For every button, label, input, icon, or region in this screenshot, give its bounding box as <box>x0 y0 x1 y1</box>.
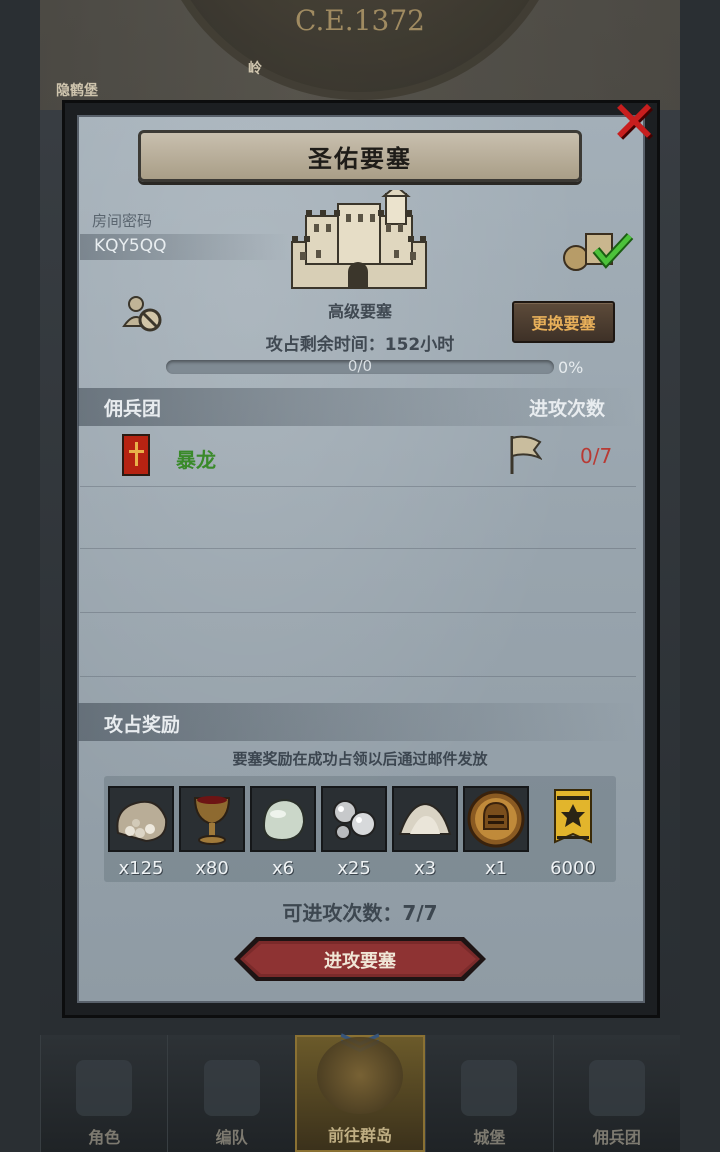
attacks-left-value: 7/7 <box>402 901 438 925</box>
nav-islands-label: 前往群岛 <box>328 1126 393 1145</box>
goblet-icon <box>193 796 231 845</box>
attacks-left: 可进攻次数：7/7 <box>0 897 720 926</box>
nav-castle[interactable]: 城堡 <box>425 1035 552 1152</box>
reward-qty: x25 <box>337 858 371 879</box>
fortress-title: 圣佑要塞 <box>308 144 412 173</box>
compass-icon <box>317 1037 404 1114</box>
bottom-nav: 角色 编队 ︾ 前往群岛 城堡 佣兵团 <box>40 1035 680 1152</box>
nav-character[interactable]: 角色 <box>40 1035 167 1152</box>
row-divider <box>80 612 636 613</box>
reward-qty: x1 <box>484 858 508 879</box>
reward-item[interactable]: 6000 <box>540 786 606 879</box>
map-label-ridge: 岭 <box>248 61 262 77</box>
mercenary-header: 佣兵团 <box>104 398 162 420</box>
salt-pile-icon <box>398 802 452 835</box>
change-fortress-button[interactable]: 更换要塞 <box>512 301 615 343</box>
row-divider <box>80 676 636 677</box>
mercenary-name[interactable]: 暴龙 <box>176 444 216 473</box>
reward-qty: x80 <box>195 858 229 879</box>
reward-qty: 6000 <box>550 858 596 879</box>
troops-icon <box>203 1060 260 1116</box>
mercenary-icon <box>588 1060 645 1116</box>
era-label: C.E.1372 <box>295 4 425 37</box>
timer-label: 攻占剩余时间： <box>265 335 385 355</box>
reward-header: 攻占奖励 <box>104 714 181 736</box>
knight-helmet-medal-icon <box>467 790 525 848</box>
ore-sack-icon <box>116 800 168 843</box>
nav-character-label: 角色 <box>88 1128 121 1147</box>
pale-stone-icon <box>262 798 306 842</box>
gold-banner-badge-icon <box>554 789 592 844</box>
reward-item[interactable]: x3 <box>392 786 458 879</box>
block-user-icon[interactable] <box>122 294 166 334</box>
nav-islands[interactable]: ︾ 前往群岛 <box>294 1035 426 1152</box>
left-edge <box>0 0 40 1152</box>
reward-qty: x3 <box>413 858 437 879</box>
nav-formation[interactable]: 编队 <box>167 1035 294 1152</box>
loot-claimed-icon[interactable] <box>560 228 634 272</box>
row-divider <box>80 548 636 549</box>
reward-qty: x125 <box>118 858 164 879</box>
reward-note: 要塞奖励在成功占领以后通过邮件发放 <box>232 750 488 768</box>
map-label-town: 隐鹤堡 <box>56 83 98 99</box>
right-edge <box>680 0 720 1152</box>
occupy-progress-bar: 0/0 <box>166 357 554 375</box>
castle-icon <box>461 1060 518 1116</box>
reward-item[interactable]: x125 <box>108 786 174 879</box>
nav-mercenary[interactable]: 佣兵团 <box>552 1035 680 1152</box>
flag-icon <box>510 435 542 474</box>
guild-banner-icon <box>122 434 150 476</box>
reward-item[interactable]: x25 <box>321 786 387 879</box>
progress-text: 0/0 <box>347 357 373 375</box>
reward-item[interactable]: x1 <box>463 786 529 879</box>
timer-value: 152小时 <box>384 335 455 355</box>
reward-qty: x6 <box>271 858 295 879</box>
reward-item[interactable]: x6 <box>250 786 316 879</box>
progress-percent: 0% <box>558 358 584 377</box>
row-divider <box>80 486 636 487</box>
nav-castle-label: 城堡 <box>473 1128 506 1147</box>
knight-icon <box>76 1060 133 1116</box>
castle-icon <box>291 190 427 289</box>
title-plate: 圣佑要塞 <box>138 130 582 182</box>
mercenary-attack-count: 0/7 <box>580 444 613 468</box>
attack-count-header: 进攻次数 <box>529 398 606 420</box>
attack-fortress-label: 进攻要塞 <box>324 951 396 972</box>
room-code[interactable]: KQY5QQ <box>94 236 167 256</box>
reward-item[interactable]: x80 <box>179 786 245 879</box>
attacks-left-label: 可进攻次数： <box>282 901 403 925</box>
close-icon[interactable]: ✕ <box>608 93 660 151</box>
nav-mercenary-label: 佣兵团 <box>592 1128 641 1147</box>
attack-fortress-button[interactable]: 进攻要塞 <box>232 935 488 983</box>
nav-formation-label: 编队 <box>215 1128 248 1147</box>
silver-pearls-icon <box>333 800 376 840</box>
room-code-label: 房间密码 <box>92 212 153 230</box>
